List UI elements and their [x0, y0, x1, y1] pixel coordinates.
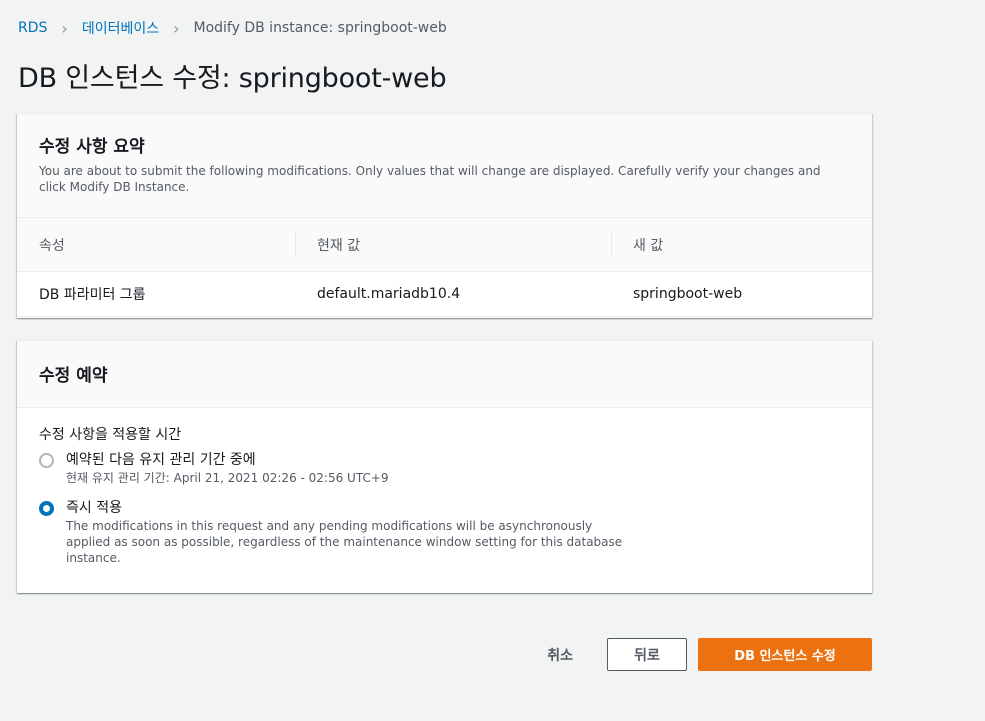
- chevron-right-icon: ›: [173, 18, 180, 38]
- column-header-attribute: 속성: [39, 237, 65, 254]
- schedule-panel-header: 수정 예약: [17, 341, 872, 408]
- summary-panel: 수정 사항 요약 You are about to submit the fol…: [17, 113, 872, 318]
- chevron-right-icon: ›: [61, 18, 68, 38]
- cancel-button[interactable]: 취소: [547, 645, 573, 665]
- breadcrumb-rds-link[interactable]: RDS: [18, 20, 47, 36]
- page-title: DB 인스턴스 수정: springboot-web: [18, 63, 447, 94]
- breadcrumb-current: Modify DB instance: springboot-web: [193, 20, 447, 36]
- breadcrumb: RDS › 데이터베이스 › Modify DB instance: sprin…: [18, 18, 447, 38]
- summary-description: You are about to submit the following mo…: [39, 164, 821, 194]
- row-new-value: springboot-web: [633, 286, 743, 302]
- table-header: 속성 현재 값 새 값: [17, 218, 872, 272]
- column-header-current-value: 현재 값: [295, 230, 611, 257]
- radio-checked-icon[interactable]: [39, 501, 54, 516]
- radio-desc-maintenance-window: 현재 유지 관리 기간: April 21, 2021 02:26 - 02:5…: [66, 471, 389, 485]
- schedule-panel: 수정 예약 수정 사항을 적용할 시간 예약된 다음 유지 관리 기간 중에 현…: [17, 340, 872, 593]
- action-bar: 취소 뒤로 DB 인스턴스 수정: [547, 638, 872, 671]
- radio-desc-apply-immediately: The modifications in this request and an…: [66, 519, 623, 565]
- modify-db-instance-button[interactable]: DB 인스턴스 수정: [698, 638, 872, 671]
- schedule-title: 수정 예약: [39, 366, 108, 386]
- radio-option-maintenance-window[interactable]: 예약된 다음 유지 관리 기간 중에 현재 유지 관리 기간: April 21…: [39, 450, 850, 486]
- row-current-value: default.mariadb10.4: [317, 286, 461, 302]
- row-attribute: DB 파라미터 그룹: [39, 287, 146, 303]
- radio-label-apply-immediately: 즉시 적용: [66, 500, 122, 516]
- summary-title: 수정 사항 요약: [39, 137, 145, 157]
- apply-time-label: 수정 사항을 적용할 시간: [39, 427, 182, 443]
- schedule-body: 수정 사항을 적용할 시간 예약된 다음 유지 관리 기간 중에 현재 유지 관…: [17, 408, 872, 582]
- column-header-new-value: 새 값: [611, 230, 871, 257]
- radio-option-apply-immediately[interactable]: 즉시 적용 The modifications in this request …: [39, 498, 850, 566]
- breadcrumb-databases-link[interactable]: 데이터베이스: [82, 18, 159, 38]
- radio-unchecked-icon[interactable]: [39, 453, 54, 468]
- back-button[interactable]: 뒤로: [607, 638, 687, 671]
- radio-label-maintenance-window: 예약된 다음 유지 관리 기간 중에: [66, 452, 256, 468]
- summary-panel-header: 수정 사항 요약 You are about to submit the fol…: [17, 114, 872, 218]
- table-row: DB 파라미터 그룹 default.mariadb10.4 springboo…: [17, 272, 872, 317]
